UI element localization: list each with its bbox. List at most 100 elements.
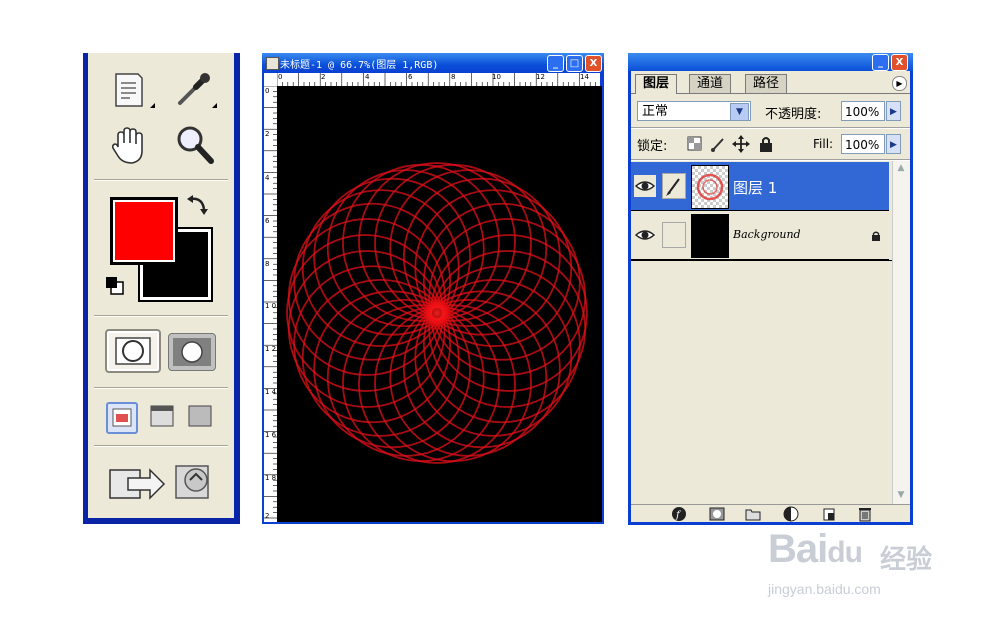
fill-field[interactable]: 100%	[841, 134, 885, 154]
adjustment-layer-icon[interactable]	[783, 506, 799, 522]
jump-to-imageready-icon[interactable]	[106, 458, 168, 502]
palette-separator	[631, 159, 910, 161]
layer-row-background[interactable]: Background	[631, 211, 889, 260]
layer1-thumbnail	[691, 165, 729, 209]
export-icon[interactable]	[172, 458, 216, 502]
eyedropper-tool-icon[interactable]	[174, 69, 214, 109]
layer-name[interactable]: 图层 1	[733, 177, 777, 198]
tool-flyout-indicator	[150, 103, 155, 108]
zoom-tool-icon[interactable]	[174, 123, 216, 167]
ruler-origin[interactable]	[264, 73, 277, 86]
ruler-label: 6	[265, 217, 270, 225]
ruler-label: 4	[365, 73, 370, 81]
empty-link-cell[interactable]	[662, 222, 686, 248]
ruler-label: 1 4	[265, 388, 277, 396]
default-colors-icon[interactable]	[104, 275, 126, 297]
ruler-label: 1 8	[265, 474, 277, 482]
ruler-label: 12	[536, 73, 545, 81]
close-button[interactable]: X	[585, 55, 602, 72]
tab-paths[interactable]: 路径	[745, 74, 788, 93]
palette-close-button[interactable]: X	[891, 54, 908, 71]
layer-mask-icon[interactable]	[709, 506, 725, 522]
swap-colors-icon[interactable]	[186, 193, 210, 217]
palette-minimize-button[interactable]: _	[872, 54, 889, 71]
brush-link-icon[interactable]	[662, 173, 686, 199]
layer-lock-icon	[872, 231, 880, 241]
toolbox-separator	[94, 315, 228, 317]
layer-style-icon[interactable]: f	[671, 506, 687, 522]
layer-list-bottom-border	[631, 260, 893, 261]
standard-mode-button[interactable]	[105, 329, 161, 373]
ruler-label: 4	[265, 174, 270, 182]
toolbox-panel	[83, 53, 240, 524]
blend-mode-value: 正常	[642, 104, 669, 119]
toolbox-separator	[94, 179, 228, 181]
lock-position-icon[interactable]	[732, 135, 750, 153]
ruler-label: 1 0	[265, 302, 277, 310]
full-screen-button[interactable]	[186, 402, 214, 430]
eye-visibility-icon[interactable]	[634, 224, 656, 246]
scroll-up-icon[interactable]: ▲	[895, 163, 907, 175]
palette-separator	[631, 127, 910, 129]
ruler-label: 2	[321, 73, 326, 81]
standard-screen-button[interactable]	[106, 402, 138, 434]
layer-row-layer1[interactable]: 图层 1	[631, 162, 889, 211]
horizontal-ruler[interactable]: 0 2 4 6 8 10 12 14	[277, 73, 600, 87]
layers-title-bar[interactable]: _ X	[628, 53, 913, 71]
document-window: 未标题-1 @ 66.7%(图层 1,RGB) _ □ X 0 2 4 6 8 …	[262, 53, 604, 524]
chevron-down-icon[interactable]: ▼	[730, 103, 749, 121]
foreground-color-swatch[interactable]	[110, 197, 178, 265]
full-screen-menu-button[interactable]	[148, 402, 176, 430]
watermark-cn: 经验	[880, 545, 933, 575]
ruler-label: 0	[278, 73, 283, 81]
notes-tool-icon[interactable]	[112, 71, 146, 109]
ruler-label: 10	[492, 73, 501, 81]
new-layer-icon[interactable]	[821, 506, 837, 522]
vertical-ruler[interactable]: 0 2 4 6 8 1 0 1 2 1 4 1 6 1 8 2	[264, 86, 278, 522]
ruler-label: 1 2	[265, 345, 277, 353]
lock-transparency-icon[interactable]	[686, 135, 704, 153]
palette-menu-icon[interactable]: ▶	[892, 76, 907, 91]
tab-layers[interactable]: 图层	[635, 74, 678, 94]
toolbox-separator	[94, 445, 228, 447]
ruler-label: 8	[265, 260, 270, 268]
fill-label: Fill:	[813, 137, 834, 151]
opacity-field[interactable]: 100%	[841, 101, 885, 121]
lock-all-icon[interactable]	[758, 135, 774, 153]
ruler-label: 2	[265, 130, 270, 138]
lock-pixels-icon[interactable]	[709, 135, 727, 153]
minimize-button[interactable]: _	[547, 55, 564, 72]
tab-channels[interactable]: 通道	[689, 74, 732, 93]
quick-mask-mode-button[interactable]	[168, 333, 216, 371]
ruler-label: 6	[408, 73, 413, 81]
new-group-icon[interactable]	[745, 506, 761, 522]
hand-tool-icon[interactable]	[108, 123, 152, 167]
spirograph-artwork	[286, 162, 588, 464]
palette-tabs: 图层 通道 路径 ▶	[631, 71, 910, 94]
layers-scrollbar[interactable]: ▲ ▼	[892, 161, 910, 504]
tool-flyout-indicator	[212, 103, 217, 108]
ruler-label: 8	[451, 73, 456, 81]
delete-layer-icon[interactable]	[857, 506, 873, 522]
document-title-bar[interactable]: 未标题-1 @ 66.7%(图层 1,RGB) _ □ X	[262, 53, 604, 73]
layers-bottom-bar: f	[631, 504, 910, 523]
background-thumbnail	[691, 214, 729, 258]
fill-slider-arrow-icon[interactable]: ▶	[886, 134, 901, 154]
layers-body: 图层 通道 路径 ▶ 正常 ▼ 不透明度: 100% ▶ 锁定: Fill: 1…	[631, 71, 910, 522]
maximize-button[interactable]: □	[566, 55, 583, 72]
toolbox-body	[88, 53, 234, 518]
ruler-label: 1 6	[265, 431, 277, 439]
ruler-label: 14	[580, 73, 589, 81]
watermark-url: jingyan.baidu.com	[768, 581, 881, 597]
eye-visibility-icon[interactable]	[634, 175, 656, 197]
lock-label: 锁定:	[637, 139, 668, 154]
scroll-down-icon[interactable]: ▼	[895, 490, 907, 502]
blend-mode-select[interactable]: 正常 ▼	[637, 101, 751, 121]
watermark-brand: Baidu	[768, 527, 863, 571]
ruler-label: 0	[265, 87, 270, 95]
layer-name[interactable]: Background	[733, 228, 801, 241]
image-canvas[interactable]	[277, 86, 602, 522]
opacity-label: 不透明度:	[765, 107, 822, 122]
baidu-jingyan-watermark: Baidu 经验 jingyan.baidu.com	[768, 527, 948, 607]
opacity-slider-arrow-icon[interactable]: ▶	[886, 101, 901, 121]
